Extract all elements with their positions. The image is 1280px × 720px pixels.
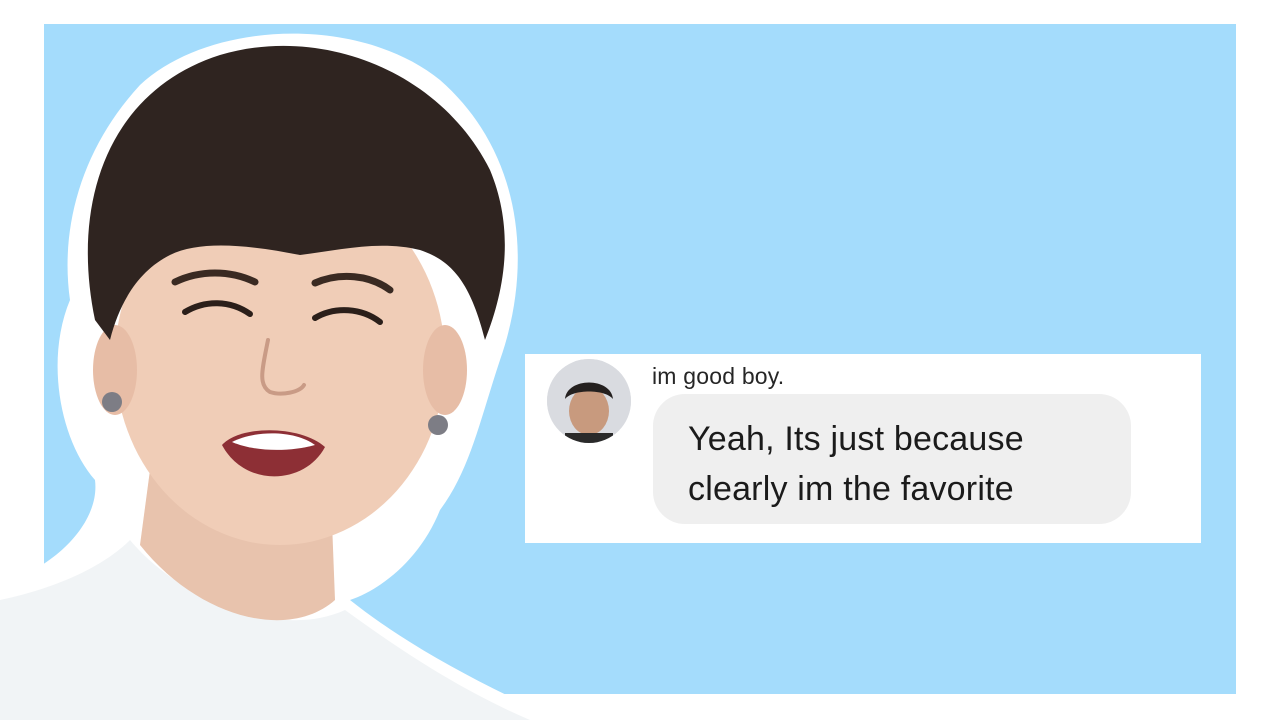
message-bubble[interactable]: Yeah, Its just because clearly im the fa…	[653, 394, 1131, 524]
chat-username[interactable]: im good boy.	[652, 363, 784, 390]
left-earring-shape	[102, 392, 122, 412]
right-ear-shape	[423, 325, 467, 415]
right-earring-shape	[428, 415, 448, 435]
profile-photo-icon[interactable]	[547, 359, 631, 443]
chat-message-card: im good boy. Yeah, Its just because clea…	[525, 354, 1201, 543]
message-text: Yeah, Its just because clearly im the fa…	[688, 420, 1024, 508]
reaction-person-cutout	[0, 33, 560, 720]
